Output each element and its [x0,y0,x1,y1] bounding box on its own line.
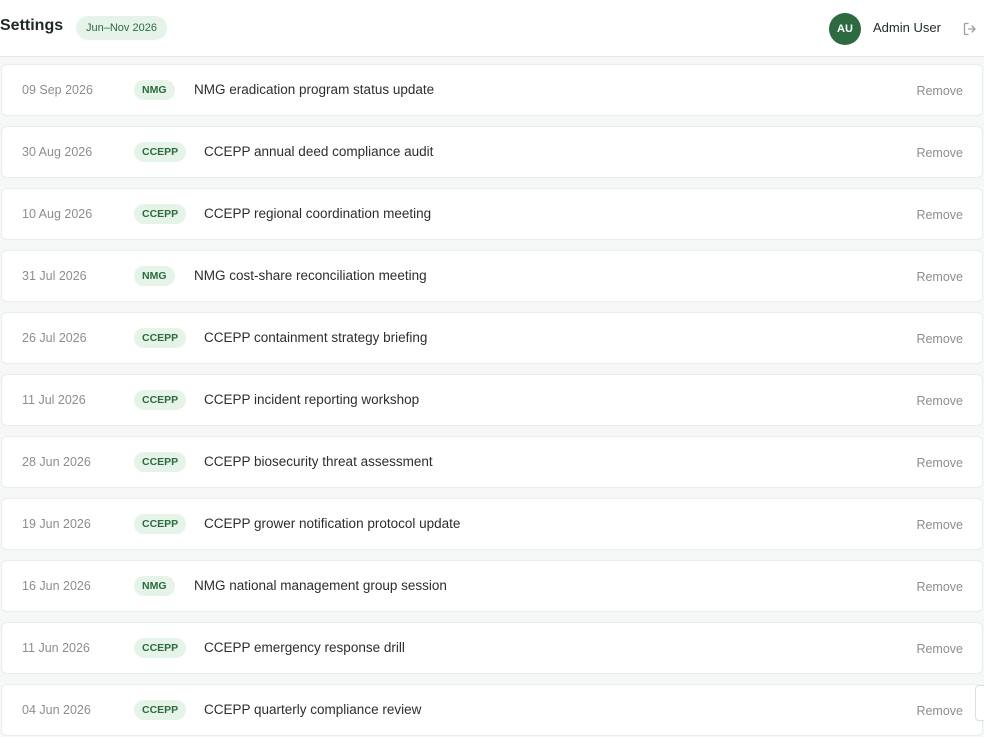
remove-button[interactable]: Remove [916,84,963,98]
item-title: CCEPP containment strategy briefing [204,330,428,345]
item-title: CCEPP regional coordination meeting [204,206,432,221]
top-bar: Settings Jun–Nov 2026 AU Admin User [0,0,984,57]
item-tag-badge: CCEPP [134,638,187,658]
item-title: CCEPP emergency response drill [204,640,405,655]
item-title: CCEPP quarterly compliance review [204,702,422,717]
list-item[interactable]: 31 Jul 2026 NMG NMG cost-share reconciliat… [1,250,983,302]
list-item[interactable]: 11 Jun 2026 CCEPP CCEPP emergency response… [1,622,983,674]
item-tag-badge: CCEPP [134,328,187,348]
list-item[interactable]: 26 Jul 2026 CCEPP CCEPP containment strate… [1,312,983,364]
remove-button[interactable]: Remove [916,146,963,160]
item-date: 16 Jun 2026 [22,579,91,593]
item-title: NMG cost-share reconciliation meeting [194,268,427,283]
remove-button[interactable]: Remove [916,270,963,284]
item-title: NMG eradication program status update [194,82,435,97]
item-tag-badge: CCEPP [134,204,187,224]
list-item[interactable]: 30 Aug 2026 CCEPP CCEPP annual deed compli… [1,126,983,178]
item-date: 28 Jun 2026 [22,455,91,469]
remove-button[interactable]: Remove [916,332,963,346]
remove-button[interactable]: Remove [916,394,963,408]
list-item[interactable]: 11 Jul 2026 CCEPP CCEPP incident reporting… [1,374,983,426]
page-title: Settings [0,17,64,34]
item-date: 19 Jun 2026 [22,517,91,531]
item-date: 04 Jun 2026 [22,703,91,717]
date-range-badge[interactable]: Jun–Nov 2026 [76,16,167,40]
list-item[interactable]: 10 Aug 2026 CCEPP CCEPP regional coordinat… [1,188,983,240]
item-tag-badge: CCEPP [134,142,187,162]
list-item[interactable]: 28 Jun 2026 CCEPP CCEPP biosecurity threat… [1,436,983,488]
item-tag-badge: NMG [134,576,175,596]
item-title: CCEPP incident reporting workshop [204,392,420,407]
remove-button[interactable]: Remove [916,642,963,656]
item-date: 26 Jul 2026 [22,331,87,345]
item-tag-badge: NMG [134,266,175,286]
logout-icon[interactable] [962,21,978,37]
item-date: 30 Aug 2026 [22,145,93,159]
item-tag-badge: CCEPP [134,700,187,720]
remove-button[interactable]: Remove [916,456,963,470]
item-title: NMG national management group session [194,578,447,593]
item-tag-badge: CCEPP [134,514,187,534]
list-item[interactable]: 04 Jun 2026 CCEPP CCEPP quarterly complian… [1,684,983,736]
remove-button[interactable]: Remove [916,208,963,222]
item-date: 11 Jul 2026 [22,393,86,407]
list-item[interactable]: 19 Jun 2026 CCEPP CCEPP grower notificatio… [1,498,983,550]
item-tag-badge: NMG [134,80,175,100]
item-title: CCEPP grower notification protocol updat… [204,516,461,531]
item-date: 09 Sep 2026 [22,83,93,97]
item-tag-badge: CCEPP [134,390,187,410]
item-title: CCEPP biosecurity threat assessment [204,454,433,469]
list-item[interactable]: 09 Sep 2026 NMG NMG eradication program st… [1,64,983,116]
item-date: 11 Jun 2026 [22,641,90,655]
remove-button[interactable]: Remove [916,704,963,718]
item-tag-badge: CCEPP [134,452,187,472]
item-date: 10 Aug 2026 [22,207,93,221]
list-item[interactable]: 16 Jun 2026 NMG NMG national management gr… [1,560,983,612]
remove-button[interactable]: Remove [916,580,963,594]
avatar[interactable]: AU [829,13,861,45]
item-title: CCEPP annual deed compliance audit [204,144,434,159]
remove-button[interactable]: Remove [916,518,963,532]
item-date: 31 Jul 2026 [22,269,87,283]
user-name[interactable]: Admin User [873,20,941,35]
side-panel-handle[interactable] [975,685,984,721]
